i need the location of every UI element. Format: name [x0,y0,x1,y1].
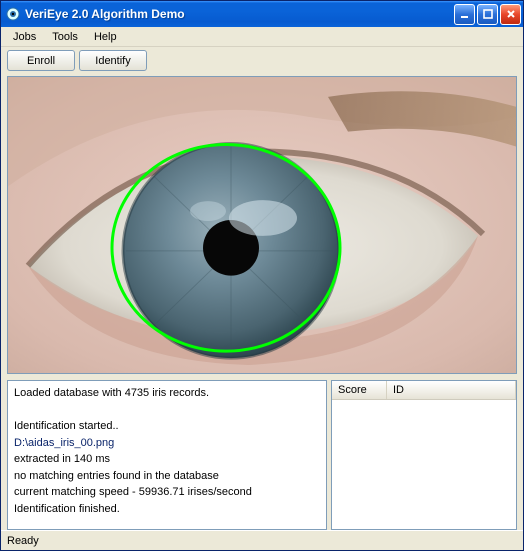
window-buttons [454,4,521,25]
log-file-link[interactable]: D:\aidas_iris_00.png [14,437,114,449]
log-pane[interactable]: Loaded database with 4735 iris records. … [7,380,327,530]
enroll-button[interactable]: Enroll [7,50,75,71]
col-score[interactable]: Score [332,381,387,399]
titlebar: VeriEye 2.0 Algorithm Demo [1,1,523,27]
log-line: Loaded database with 4735 iris records. [14,387,209,399]
app-window: VeriEye 2.0 Algorithm Demo Jobs Tools He… [0,0,524,551]
menu-jobs[interactable]: Jobs [5,29,44,45]
statusbar: Ready [1,530,523,550]
identify-button[interactable]: Identify [79,50,147,71]
menu-tools[interactable]: Tools [44,29,86,45]
log-line: current matching speed - 59936.71 irises… [14,486,252,498]
app-icon [5,6,21,22]
log-line: extracted in 140 ms [14,453,110,465]
results-header: Score ID [332,381,516,400]
image-pane [7,76,517,374]
toolbar: Enroll Identify [1,47,523,74]
menubar: Jobs Tools Help [1,27,523,47]
bottom-panes: Loaded database with 4735 iris records. … [7,380,517,530]
minimize-button[interactable] [454,4,475,25]
eye-image [8,77,516,373]
log-line: Identification started.. [14,420,119,432]
close-button[interactable] [500,4,521,25]
menu-help[interactable]: Help [86,29,125,45]
maximize-button[interactable] [477,4,498,25]
window-title: VeriEye 2.0 Algorithm Demo [25,7,454,21]
col-id[interactable]: ID [387,381,516,399]
results-list[interactable]: Score ID [331,380,517,530]
log-line: Identification finished. [14,503,120,515]
status-text: Ready [7,535,39,547]
log-line: no matching entries found in the databas… [14,470,219,482]
